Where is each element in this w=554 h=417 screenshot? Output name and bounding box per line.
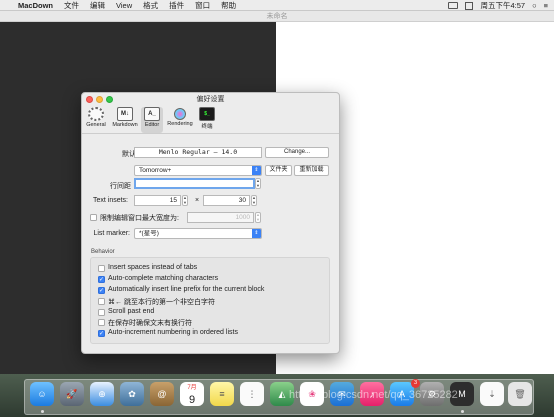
line-prefix-label: Automatically insert line prefix for the…	[108, 286, 265, 293]
launchpad-icon[interactable]: 🚀	[60, 382, 84, 406]
menu-plugins[interactable]: 插件	[169, 0, 184, 11]
menu-clock[interactable]: 周五下午4:57	[480, 0, 525, 11]
menu-app-name[interactable]: MacDown	[18, 1, 53, 10]
contacts-icon[interactable]: @	[150, 382, 174, 406]
airplay-icon[interactable]	[448, 2, 459, 9]
tab-editor-label: Editor	[144, 122, 160, 128]
photos-app-icon[interactable]: ✿	[120, 382, 144, 406]
insert-spaces-label: Insert spaces instead of tabs	[108, 264, 198, 271]
safari-icon[interactable]: ⊕	[90, 382, 114, 406]
finder-icon[interactable]: ☺	[30, 382, 54, 406]
insert-spaces-checkbox[interactable]	[98, 265, 105, 272]
auto-increment-label: Auto-increment numbering in ordered list…	[108, 329, 238, 336]
preferences-dialog: 偏好设置 General M↓ Markdown A_ Editor Rende…	[81, 92, 340, 354]
autocomplete-checkbox[interactable]: ✓	[98, 276, 105, 283]
menu-view[interactable]: View	[116, 1, 132, 10]
trash-icon[interactable]: 🗑	[508, 382, 532, 406]
text-insets-label: Text insets:	[92, 197, 128, 204]
search-icon[interactable]: ○	[532, 1, 537, 10]
notification-center-icon[interactable]: ≡	[544, 1, 548, 10]
gear-icon	[88, 107, 104, 121]
trailing-newline-checkbox[interactable]	[98, 319, 105, 326]
tab-markdown-label: Markdown	[112, 122, 138, 128]
default-font-field: Menlo Regular – 14.0	[134, 147, 262, 158]
chevron-updown-icon: ⇕	[252, 166, 261, 175]
tab-rendering-label: Rendering	[167, 121, 193, 127]
tab-editor[interactable]: A_ Editor	[141, 107, 163, 133]
chevron-updown-icon: ⇕	[252, 229, 261, 238]
menu-bar: MacDown 文件 编辑 View 格式 插件 窗口 帮助 周五下午4:57 …	[0, 0, 554, 11]
calendar-icon[interactable]: 7月 9	[180, 382, 204, 406]
menu-help[interactable]: 帮助	[221, 0, 236, 11]
inset-y-field[interactable]: 30	[203, 195, 250, 206]
tab-rendering[interactable]: Rendering	[165, 107, 195, 133]
trailing-newline-label: 在保存时确保文末有换行符	[108, 320, 192, 327]
list-marker-value: *(星号)	[139, 230, 159, 237]
smart-home-checkbox[interactable]	[98, 298, 105, 305]
macdown-running-indicator	[461, 410, 464, 413]
editor-icon: A_	[144, 107, 160, 121]
limit-width-stepper[interactable]: ▲ ▼	[255, 212, 261, 223]
limit-width-field[interactable]: 1000	[187, 212, 254, 223]
calendar-day: 9	[188, 394, 196, 406]
smart-home-label: ⌘← 跳至本行的第一个非空白字符	[108, 299, 215, 306]
inset-x-field[interactable]: 15	[134, 195, 181, 206]
calendar-month: 7月	[187, 385, 197, 391]
limit-width-label: 限制编辑窗口最大宽度为:	[100, 215, 179, 222]
reminders-icon[interactable]: ⋮	[240, 382, 264, 406]
list-marker-select[interactable]: *(星号) ⇕	[134, 228, 262, 239]
reload-button[interactable]: 重新加载	[294, 165, 329, 176]
tab-general-label: General	[86, 122, 106, 128]
limit-width-checkbox[interactable]	[90, 214, 97, 221]
line-spacing-field[interactable]	[134, 178, 255, 189]
rendering-icon	[174, 108, 186, 120]
line-prefix-checkbox[interactable]: ✓	[98, 287, 105, 294]
line-spacing-stepper[interactable]: ▲ ▼	[255, 178, 261, 189]
window-title: 未命名	[0, 11, 554, 22]
watermark: https://blog.csdn.net/qq_36725282	[289, 389, 458, 401]
times-sign: ×	[195, 197, 200, 204]
inset-x-stepper[interactable]: ▲ ▼	[182, 195, 188, 206]
notes-icon[interactable]: ≡	[210, 382, 234, 406]
menu-format[interactable]: 格式	[143, 0, 158, 11]
theme-value: Tomorrow+	[139, 167, 172, 174]
line-spacing-label: 行间距	[110, 183, 131, 190]
autocomplete-label: Auto-complete matching characters	[108, 275, 219, 282]
behavior-title: Behavior	[91, 249, 115, 255]
scroll-past-end-checkbox[interactable]	[98, 309, 105, 316]
scroll-past-end-label: Scroll past end	[108, 308, 155, 315]
change-font-button[interactable]: Change...	[265, 147, 329, 158]
tab-terminal-label: 终端	[201, 124, 213, 130]
menu-file[interactable]: 文件	[64, 0, 79, 11]
tab-markdown[interactable]: M↓ Markdown	[110, 107, 140, 133]
preferences-title: 偏好设置	[196, 96, 225, 103]
terminal-icon: $_	[199, 107, 215, 121]
list-marker-label: List marker:	[93, 230, 130, 237]
inset-y-stepper[interactable]: ▲ ▼	[251, 195, 257, 206]
tab-general[interactable]: General	[84, 107, 108, 133]
input-method-icon[interactable]	[465, 1, 474, 10]
finder-running-indicator	[41, 410, 44, 413]
folder-button[interactable]: 文件夹	[265, 165, 292, 176]
theme-select[interactable]: Tomorrow+ ⇕	[134, 165, 262, 176]
downloads-icon[interactable]: ⇣	[480, 382, 504, 406]
auto-increment-checkbox[interactable]: ✓	[98, 330, 105, 337]
menu-window[interactable]: 窗口	[195, 0, 210, 11]
markdown-icon: M↓	[117, 107, 133, 121]
menu-edit[interactable]: 编辑	[90, 0, 105, 11]
app-store-badge: 3	[411, 379, 420, 388]
preferences-toolbar: General M↓ Markdown A_ Editor Rendering …	[82, 106, 339, 134]
tab-terminal[interactable]: $_ 终端	[197, 107, 217, 133]
